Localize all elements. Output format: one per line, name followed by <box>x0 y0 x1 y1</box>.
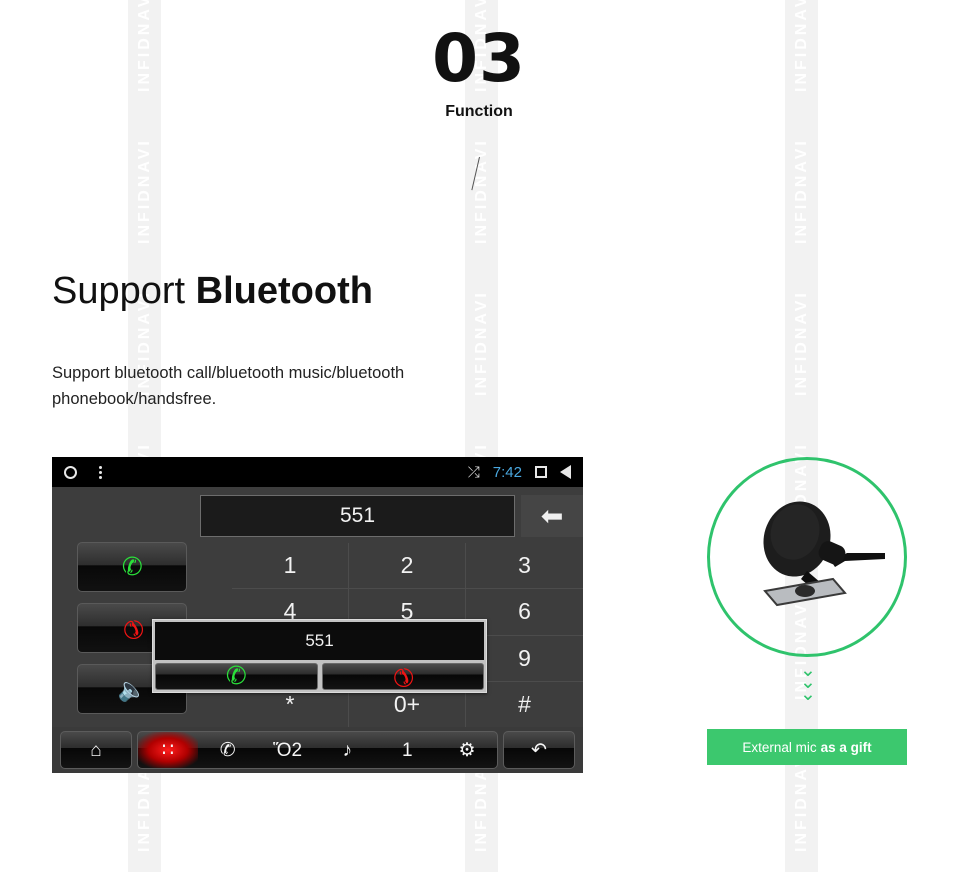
phone-sync-icon: ὏1 <box>402 741 413 760</box>
home-button[interactable]: ⌂ <box>60 731 132 769</box>
bluetooth-dialer: 551 ⬅ ✆ ✆ 🔈 1 2 3 4 5 6 9 * 0+ # 551 ✆ ✆… <box>52 487 583 773</box>
call-log-tab[interactable]: ✆ <box>198 732 258 768</box>
chevron-down-icon: ⌄ ⌄ ⌄ <box>783 665 833 700</box>
green-handset-icon: ✆ <box>121 554 144 580</box>
watermark-text: INFIDNAVI <box>785 284 818 396</box>
watermark-text: INFIDNAVI <box>785 132 818 244</box>
status-bar-clock: 7:42 <box>493 464 522 481</box>
external-microphone-icon <box>735 495 885 615</box>
gift-badge-prefix: External mic <box>742 740 816 755</box>
page-title-prefix: Support <box>52 270 196 312</box>
dial-number-value: 551 <box>340 504 375 528</box>
red-handset-icon: ✆ <box>386 660 419 692</box>
speaker-mute-icon: 🔈 <box>118 678 147 701</box>
bluetooth-music-icon: ♪ <box>343 741 353 760</box>
overlay-hangup-button[interactable]: ✆ <box>322 663 485 690</box>
gift-badge-emphasis: as a gift <box>821 740 872 755</box>
incoming-call-dialog: 551 ✆ ✆ <box>152 619 487 693</box>
circle-icon[interactable] <box>64 466 77 479</box>
watermark-text: INFIDNAVI <box>128 132 161 244</box>
music-tab[interactable]: ♪ <box>318 732 378 768</box>
section-subtitle: Function <box>0 103 958 121</box>
dialpad-key[interactable]: 1 <box>232 543 349 589</box>
settings-tab[interactable]: ⚙ <box>437 732 497 768</box>
phone-sync-tab[interactable]: ὏1 <box>377 732 437 768</box>
section-number: 03 <box>0 0 958 92</box>
watermark-text: INFIDNAVI <box>465 132 498 244</box>
back-button[interactable]: ↶ <box>503 731 575 769</box>
contacts-book-icon: Ὅ2 <box>273 741 302 760</box>
page-title-emphasis: Bluetooth <box>196 270 373 312</box>
gear-icon: ⚙ <box>459 741 476 760</box>
toolbar-tab-group: ∷ ✆ Ὅ2 ♪ ὏1 ⚙ <box>137 731 498 769</box>
answer-call-button[interactable]: ✆ <box>77 542 187 592</box>
dialpad-key[interactable]: 3 <box>466 543 583 589</box>
red-handset-icon: ✆ <box>116 612 149 644</box>
keypad-grid-icon: ∷ <box>162 741 174 760</box>
head-unit-screenshot: ⤮ 7:42 551 ⬅ ✆ ✆ 🔈 1 2 3 4 5 6 9 * 0+ # … <box>52 457 583 773</box>
gift-badge[interactable]: External mic as a gift <box>707 729 907 765</box>
dial-number-display[interactable]: 551 <box>200 495 515 537</box>
dialer-toolbar: ⌂ ∷ ✆ Ὅ2 ♪ ὏1 <box>52 727 583 773</box>
back-curved-arrow-icon: ↶ <box>531 741 547 760</box>
android-status-bar: ⤮ 7:42 <box>52 457 583 487</box>
green-handset-icon: ✆ <box>225 663 248 689</box>
call-log-icon: ✆ <box>220 741 236 760</box>
phonebook-tab[interactable]: Ὅ2 <box>258 732 318 768</box>
call-overlay-number: 551 <box>155 622 484 660</box>
dialpad-key[interactable]: 2 <box>349 543 466 589</box>
overflow-menu-icon[interactable] <box>99 466 102 479</box>
backspace-arrow-icon: ⬅ <box>541 503 564 530</box>
keypad-tab[interactable]: ∷ <box>138 732 198 768</box>
page-title: Support Bluetooth <box>52 270 373 314</box>
page-root: INFIDNAVI INFIDNAVI INFIDNAVI INFIDNAVI … <box>0 0 958 872</box>
square-icon[interactable] <box>535 466 547 478</box>
bluetooth-icon: ⤮ <box>468 465 480 480</box>
overlay-answer-button[interactable]: ✆ <box>155 663 318 690</box>
section-header: 03 Function <box>0 0 958 121</box>
body-copy: Support bluetooth call/bluetooth music/b… <box>52 360 482 413</box>
backspace-button[interactable]: ⬅ <box>521 495 583 537</box>
home-icon: ⌂ <box>90 741 101 760</box>
back-triangle-icon[interactable] <box>560 465 571 479</box>
